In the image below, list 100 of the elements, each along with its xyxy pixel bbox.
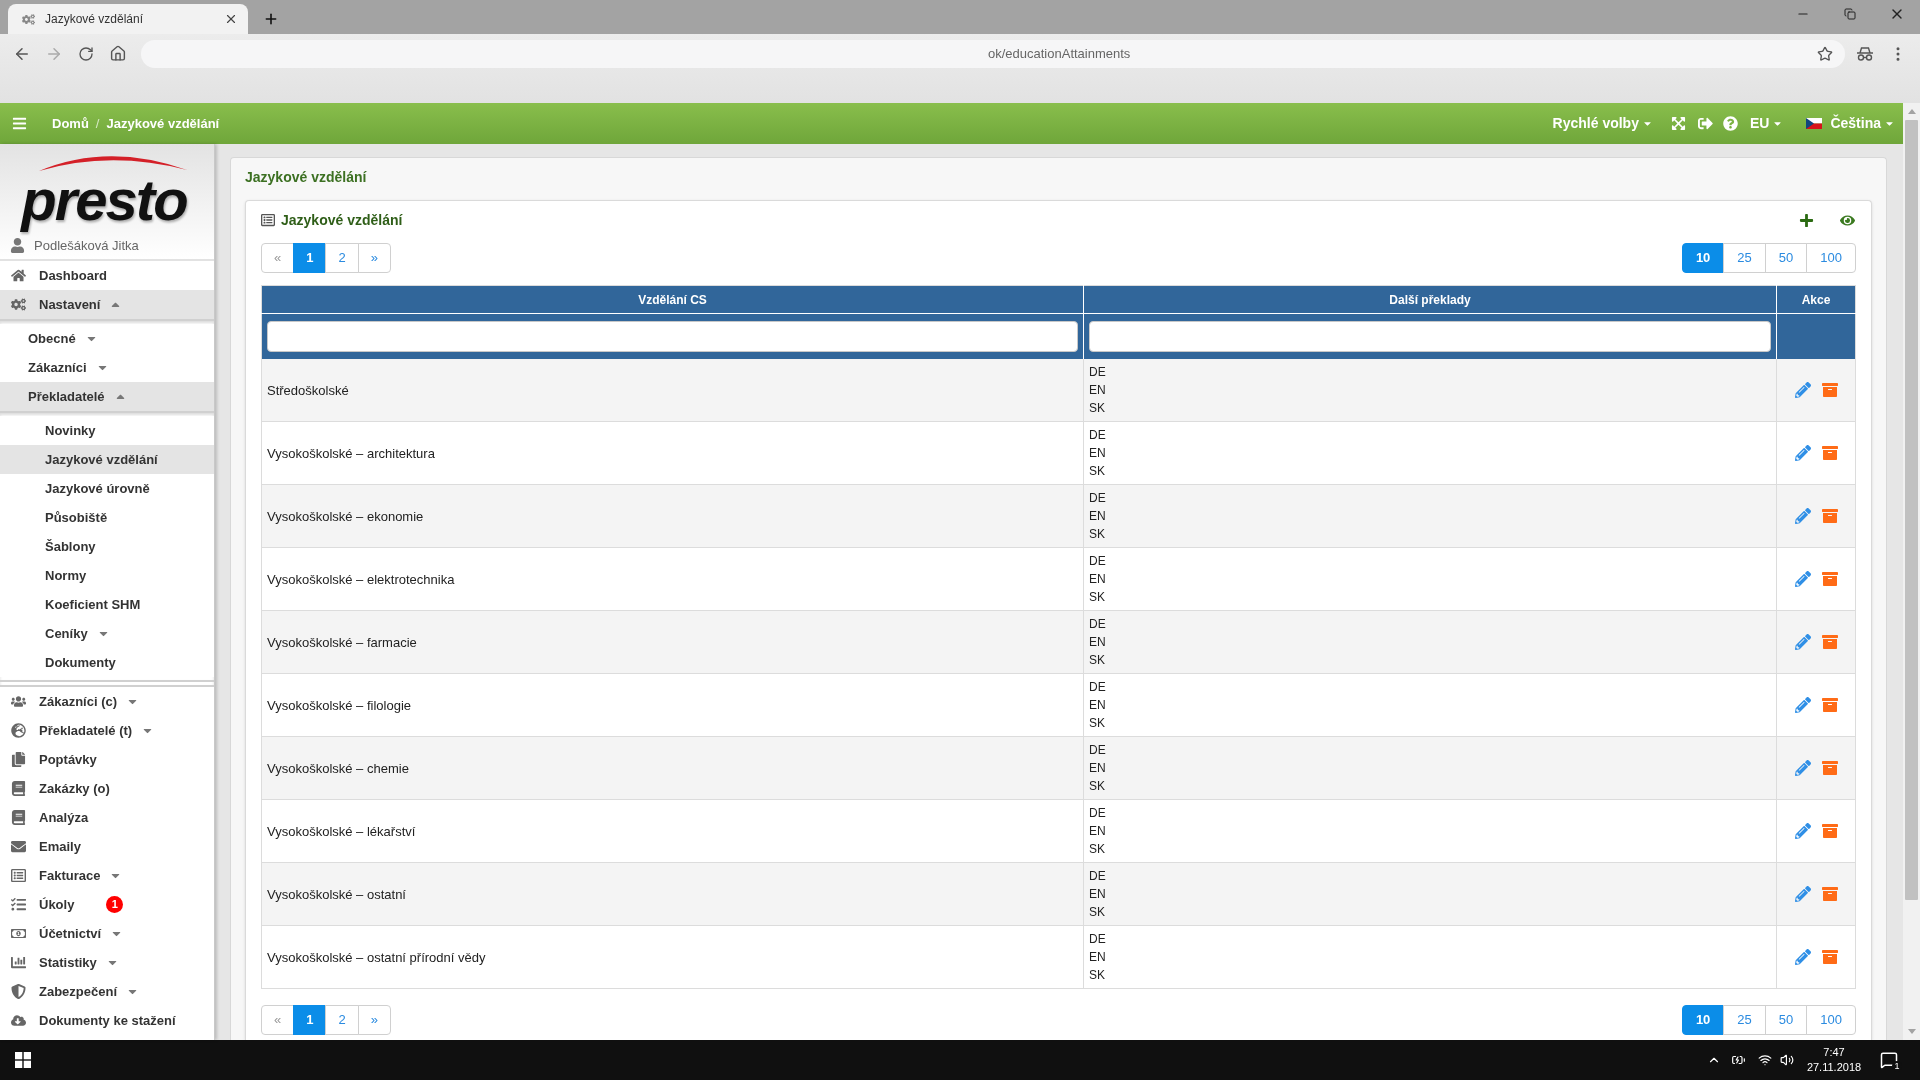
sidebar-item[interactable]: Normy xyxy=(0,561,214,590)
sidebar-item[interactable]: Šablony xyxy=(0,532,214,561)
scroll-down-icon[interactable] xyxy=(1907,1029,1916,1034)
page-size-button[interactable]: 100 xyxy=(1806,1005,1856,1035)
sidebar-item[interactable]: Účetnictví xyxy=(0,919,214,948)
sidebar-item[interactable]: Novinky xyxy=(0,416,214,445)
scrollbar-track[interactable] xyxy=(1903,103,1920,1040)
page-size-button[interactable]: 25 xyxy=(1723,1005,1766,1035)
language-code: SK xyxy=(1089,526,1105,543)
sidebar-item[interactable]: Statistiky xyxy=(0,948,214,977)
pencil-icon[interactable] xyxy=(1794,697,1811,713)
pencil-icon[interactable] xyxy=(1794,571,1811,587)
sidebar-item[interactable]: Dokumenty ke stažení xyxy=(0,1006,214,1035)
column-header: Vzdělání CS xyxy=(261,285,1084,314)
notification-icon[interactable] xyxy=(1880,1051,1898,1069)
page-size-button[interactable]: 10 xyxy=(1681,243,1725,273)
exit-arrow-icon[interactable] xyxy=(1697,116,1713,131)
sidebar-item[interactable]: Obecné xyxy=(0,324,214,353)
sidebar-item[interactable]: Zabezpečení xyxy=(0,977,214,1006)
language-code: SK xyxy=(1089,904,1105,921)
page-size-button[interactable]: 25 xyxy=(1723,243,1766,273)
window-panes-icon[interactable] xyxy=(15,1052,31,1068)
sidebar-item[interactable]: Překladatelé (t) xyxy=(0,716,214,745)
close-icon[interactable] xyxy=(224,12,238,26)
pagination-button[interactable]: 2 xyxy=(325,1005,359,1035)
sidebar-item[interactable]: Analýza xyxy=(0,803,214,832)
clock-date[interactable]: 27.11.2018 xyxy=(1806,1060,1862,1075)
user-icon xyxy=(10,238,25,253)
volume-icon[interactable] xyxy=(1780,1053,1794,1067)
sidebar-item[interactable]: Dashboard xyxy=(0,261,214,290)
pencil-icon[interactable] xyxy=(1794,445,1811,461)
sidebar-item[interactable]: Nastavení xyxy=(0,290,214,319)
plus-icon[interactable] xyxy=(1799,212,1814,228)
hat-glasses-icon[interactable] xyxy=(1856,46,1874,61)
menu-icon[interactable] xyxy=(12,116,27,131)
pagination-button[interactable]: » xyxy=(357,1005,391,1035)
book-icon xyxy=(10,781,26,796)
book-icon xyxy=(10,810,26,825)
pagination-button[interactable]: 1 xyxy=(293,243,327,273)
archive-box-icon[interactable] xyxy=(1821,823,1838,839)
sidebar-item[interactable]: Úkoly 1 xyxy=(0,890,214,919)
pagination-button[interactable]: 2 xyxy=(325,243,359,273)
pencil-icon[interactable] xyxy=(1794,634,1811,650)
archive-box-icon[interactable] xyxy=(1821,760,1838,776)
archive-box-icon[interactable] xyxy=(1821,949,1838,965)
sidebar-item[interactable]: Fakturace xyxy=(0,861,214,890)
education-name: Vysokoškolské – elektrotechnika xyxy=(267,572,455,587)
sidebar-item[interactable]: Ceníky xyxy=(0,619,214,648)
scroll-up-icon[interactable] xyxy=(1907,109,1916,114)
restore-icon[interactable] xyxy=(1844,8,1856,20)
sidebar-item[interactable]: Překladatelé xyxy=(0,382,214,411)
language-code: EN xyxy=(1089,381,1106,399)
page-size-button[interactable]: 100 xyxy=(1806,243,1856,273)
home-icon[interactable] xyxy=(109,45,127,62)
page-size-button[interactable]: 10 xyxy=(1681,1005,1725,1035)
clock-time[interactable]: 7:47 xyxy=(1823,1045,1845,1060)
archive-box-icon[interactable] xyxy=(1821,886,1838,902)
archive-box-icon[interactable] xyxy=(1821,571,1838,587)
archive-box-icon[interactable] xyxy=(1821,445,1838,461)
pencil-icon[interactable] xyxy=(1794,886,1811,902)
education-name: Vysokoškolské – filologie xyxy=(267,698,412,713)
wifi-icon[interactable] xyxy=(1758,1053,1772,1067)
page-title: Jazykové vzdělání xyxy=(245,168,368,187)
language-code: SK xyxy=(1089,778,1105,795)
sidebar-item[interactable]: Zákazníci xyxy=(0,353,214,382)
archive-box-icon[interactable] xyxy=(1821,697,1838,713)
language-code: SK xyxy=(1089,589,1105,606)
sidebar-item[interactable]: Zakázky (o) xyxy=(0,774,214,803)
pagination-button[interactable]: 1 xyxy=(293,1005,327,1035)
pencil-icon[interactable] xyxy=(1794,949,1811,965)
language-code: EN xyxy=(1089,886,1106,903)
sidebar-item[interactable]: Dokumenty xyxy=(0,648,214,677)
filter-field[interactable] xyxy=(1089,320,1771,352)
sidebar-item[interactable]: Emaily xyxy=(0,832,214,861)
sidebar-item[interactable]: Zákazníci (c) xyxy=(0,687,214,716)
reload-icon[interactable] xyxy=(77,45,95,62)
pencil-icon[interactable] xyxy=(1794,760,1811,776)
pencil-icon[interactable] xyxy=(1794,508,1811,524)
archive-box-icon[interactable] xyxy=(1821,381,1838,398)
browser-tab[interactable]: Jazykové vzdělání xyxy=(8,4,248,34)
pagination-button[interactable]: » xyxy=(357,243,391,273)
page-size-button[interactable]: 50 xyxy=(1764,243,1808,273)
sidebar-item[interactable]: Koeficient SHM xyxy=(0,590,214,619)
pencil-icon[interactable] xyxy=(1794,381,1811,398)
pencil-icon[interactable] xyxy=(1794,823,1811,839)
battery-icon[interactable] xyxy=(1731,1053,1746,1067)
archive-box-icon[interactable] xyxy=(1821,634,1838,650)
page-size-button[interactable]: 50 xyxy=(1764,1005,1808,1035)
star-icon[interactable] xyxy=(1817,45,1833,62)
address-field[interactable]: ok/educationAttainments xyxy=(141,39,1845,68)
plus-icon[interactable] xyxy=(263,11,279,27)
filter-field[interactable] xyxy=(267,320,1078,352)
archive-box-icon[interactable] xyxy=(1821,508,1838,524)
scrollbar-thumb[interactable] xyxy=(1905,120,1918,900)
expand-arrows-icon[interactable] xyxy=(1670,116,1686,131)
sidebar-item[interactable]: Jazykové vzdělání xyxy=(0,445,214,474)
notification-count: 1 xyxy=(1892,1061,1902,1072)
sidebar-item[interactable]: Působiště xyxy=(0,503,214,532)
sidebar-item[interactable]: Poptávky xyxy=(0,745,214,774)
sidebar-item[interactable]: Jazykové úrovně xyxy=(0,474,214,503)
